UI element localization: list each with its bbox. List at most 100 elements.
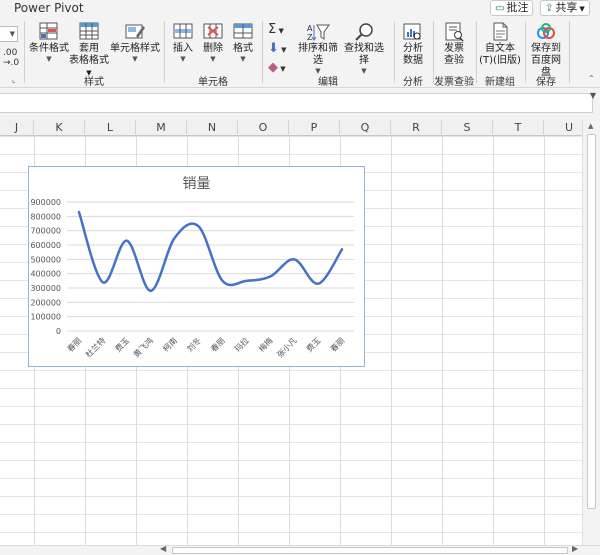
x-tick-label: 梅梅 [256,335,274,353]
chevron-down-icon: ▼ [132,55,138,63]
horizontal-scroll-thumb[interactable] [172,547,568,554]
column-header-p[interactable]: P [289,120,340,136]
y-tick-label: 500000 [30,255,61,264]
separator [569,21,570,83]
expand-formula-bar-icon[interactable]: ▼ [590,91,596,100]
number-format-dropdown[interactable]: ▼ [0,26,18,42]
chart-plot: 0 100000 200000 300000 400000 500000 600000 700… [30,198,354,359]
sales-line-chart[interactable]: 销量 0 100000 200000 300000 400000 500000 600000… [28,166,365,367]
separator [24,21,25,83]
scroll-left-icon[interactable]: ◀ [160,544,166,553]
chevron-down-icon: ▼ [240,55,246,63]
magnifier-icon [355,23,373,41]
table-format-icon [79,22,99,40]
dialog-launcher-icon[interactable]: ⌞ [12,75,16,84]
vertical-scroll-thumb[interactable] [587,134,596,509]
conditional-format-button[interactable]: 条件格式 ▼ [28,22,70,63]
decrease-decimal-label: →.0 [3,58,20,68]
increase-decimal-label: .00 [3,48,18,58]
invoice-group-label: 发票查验 [434,77,474,88]
analyze-data-icon [403,23,421,40]
ribbon: ▼ .00 →.0 ⌞ 条件格式 ▼ 套用 表格格式 ▼ 单元格样式 ▼ 样式 … [0,18,600,88]
find-select-button[interactable]: 查找和选择 ▼ [340,22,388,75]
column-header-k[interactable]: K [34,120,85,136]
comment-button[interactable]: ▭ 批注 [490,0,534,16]
styles-group-label: 样式 [84,77,104,88]
invoice-check-icon [445,22,464,42]
insert-cells-icon [173,23,193,39]
y-tick-label: 0 [56,327,61,336]
y-tick-label: 800000 [30,212,61,221]
share-button[interactable]: ⇪ 共享 ▼ [540,0,590,16]
format-as-table-button[interactable]: 套用 表格格式 ▼ [68,22,110,79]
analyze-label: 分析 [403,43,423,54]
delete-button[interactable]: 删除 ▼ [198,22,228,63]
svg-text:A: A [307,24,313,33]
analyze-data-button[interactable]: 分析 数据 [398,22,428,67]
from-text-legacy-button[interactable]: 自文本 (T)(旧版) [479,22,521,67]
excel-window: Power Pivot ▭批注 ⇪共享▼ ▼ .00 →.0 ⌞ 条件格式 [0,0,600,555]
table-format-label-2: 表格格式 [69,55,109,66]
vertical-scrollbar[interactable]: ▲ [582,120,600,545]
save-group-label: 保存 [536,77,556,88]
cell-styles-button[interactable]: 单元格样式 ▼ [110,22,160,63]
separator [164,21,165,83]
share-label: 共享 [555,1,578,14]
new-group-label: 新建组 [485,77,515,88]
x-tick-label: 张小凡 [275,336,298,359]
table-format-label: 套用 [79,43,99,54]
column-header-l[interactable]: L [85,120,136,136]
x-tick-label: 春丽 [65,335,83,353]
y-tick-label: 200000 [30,298,61,307]
format-button[interactable]: 格式 ▼ [228,22,258,63]
separator [476,21,477,83]
sort-filter-button[interactable]: AZ 排序和筛选 ▼ [296,22,340,75]
from-text-label-2: (T)(旧版) [479,55,521,66]
x-tick-label: 春丽 [328,335,346,353]
y-tick-label: 400000 [30,270,61,279]
sigma-icon: Σ [268,22,277,37]
x-tick-label: 柯南 [161,335,179,353]
separator [262,21,263,83]
column-header-t[interactable]: T [493,120,544,136]
scroll-up-icon[interactable]: ▲ [588,122,593,130]
delete-cells-icon [203,23,223,39]
chevron-down-icon: ▼ [46,55,52,63]
find-select-label: 查找和选择 [344,43,384,66]
insert-label: 插入 [173,43,193,54]
sort-filter-icon: AZ [307,24,330,42]
insert-button[interactable]: 插入 ▼ [168,22,198,63]
tab-power-pivot[interactable]: Power Pivot [14,1,84,15]
horizontal-scrollbar[interactable]: ◀ ▶ [0,544,600,555]
column-header-s[interactable]: S [442,120,493,136]
invoice-check-button[interactable]: 发票 查验 [437,22,471,67]
column-header-o[interactable]: O [238,120,289,136]
y-tick-label: 900000 [30,198,61,207]
text-file-icon [493,22,508,41]
formula-input[interactable] [0,93,593,113]
column-header-q[interactable]: Q [340,120,391,136]
column-header-j[interactable]: J [0,120,34,136]
column-header-m[interactable]: M [136,120,187,136]
delete-label: 删除 [203,43,223,54]
x-tick-label: 费玉 [304,335,322,353]
series-line [77,210,344,293]
save-baidu-label: 保存到 [531,43,561,54]
decimal-buttons[interactable]: .00 →.0 [3,48,19,68]
fill-down-icon: ⬇ [268,41,279,56]
fill-button[interactable]: ⬇ ▼ [268,40,296,59]
from-text-label: 自文本 [485,43,515,54]
comment-label: 批注 [506,1,529,14]
x-tick-label: 黄飞鸿 [131,335,155,359]
y-tick-label: 600000 [30,241,61,250]
column-header-r[interactable]: R [391,120,442,136]
save-baidu-button[interactable]: 保存到 百度网盘 [527,22,565,79]
column-header-n[interactable]: N [187,120,238,136]
column-header-row: JKLMNOPQRSTU [0,120,595,136]
scroll-right-icon[interactable]: ▶ [572,544,578,553]
chevron-down-icon: ▼ [278,46,287,54]
autosum-button[interactable]: Σ ▼ [268,21,296,40]
x-tick-label: 玛拉 [232,335,250,353]
collapse-ribbon-icon[interactable]: ⌃ [588,74,595,83]
chevron-down-icon: ▼ [579,5,585,13]
